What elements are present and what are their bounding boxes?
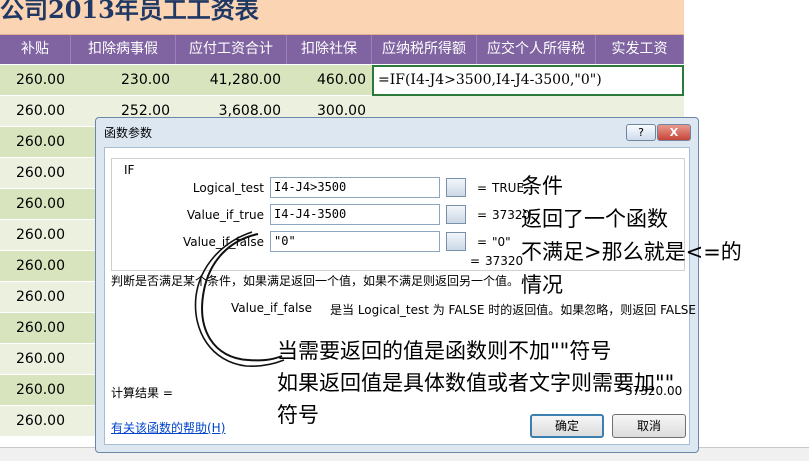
annotation-symbol: 符号	[277, 403, 319, 427]
annotation-no-quotes: 当需要返回的值是函数则不加""符号	[277, 339, 612, 363]
annotation-condition: 条件	[521, 174, 563, 198]
annotation-otherwise: 不满足>那么就是<=的	[521, 240, 742, 264]
annotation-returns-function: 返回了一个函数	[521, 207, 668, 231]
annotation-need-quotes: 如果返回值是具体数值或者文字则需要加""	[277, 371, 675, 395]
annotation-case: 情况	[521, 273, 563, 297]
